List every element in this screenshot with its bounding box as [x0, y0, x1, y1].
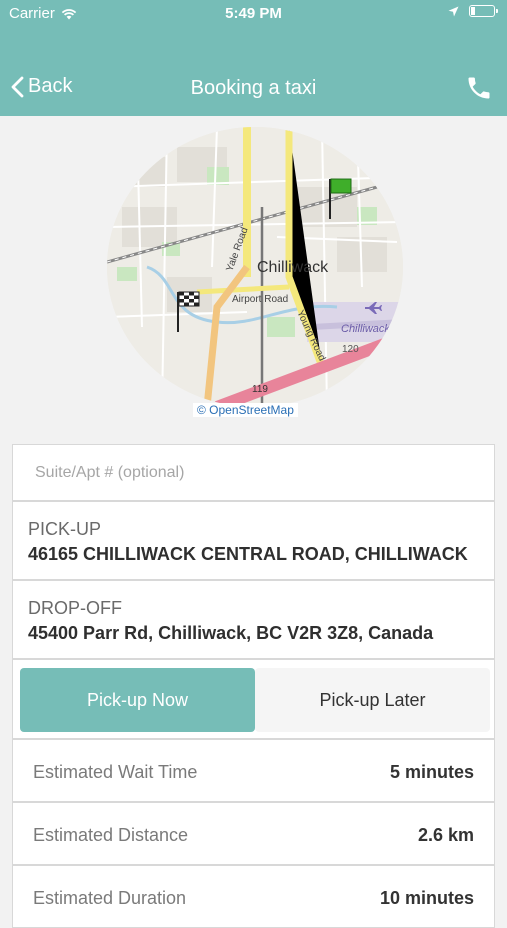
location-arrow-icon	[448, 6, 459, 16]
pickup-label: PICK-UP	[28, 519, 102, 539]
estimate-row: Estimated Wait Time 5 minutes	[12, 739, 495, 802]
estimate-value: 10 minutes	[379, 888, 474, 908]
map-highway-number: 119	[252, 384, 268, 395]
pickup-now-button[interactable]: Pick-up Now	[20, 668, 255, 732]
pickup-address: 46165 CHILLIWACK CENTRAL ROAD, CHILLIWAC…	[28, 544, 468, 564]
dropoff-label: DROP-OFF	[28, 598, 122, 618]
estimate-value: 5 minutes	[389, 762, 474, 782]
route-map[interactable]: Chilliwack Yale Road Airport Road Young …	[107, 127, 403, 423]
map-circle[interactable]: Chilliwack Yale Road Airport Road Young …	[107, 127, 403, 407]
dropoff-address: 45400 Parr Rd, Chilliwack, BC V2R 3Z8, C…	[28, 623, 434, 643]
status-bar: Carrier 5:49 PM	[0, 0, 507, 28]
estimate-label: Estimated Wait Time	[33, 762, 198, 782]
estimate-label: Estimated Duration	[33, 888, 187, 908]
estimate-row: Estimated Duration 10 minutes	[12, 865, 495, 928]
map-road-label: Airport Road	[232, 294, 288, 305]
phone-icon	[468, 77, 490, 99]
suite-field-card	[12, 444, 495, 501]
dropoff-flag-icon	[329, 178, 352, 219]
estimate-row: Estimated Distance 2.6 km	[12, 802, 495, 865]
pickup-later-button[interactable]: Pick-up Later	[255, 668, 490, 732]
pickup-address-row[interactable]: PICK-UP 46165 CHILLIWACK CENTRAL ROAD, C…	[12, 501, 495, 580]
map-city-label: Chilliwack	[257, 259, 329, 276]
map-tiles: Chilliwack Yale Road Airport Road Young …	[107, 127, 403, 407]
call-button[interactable]	[465, 74, 493, 107]
suite-input[interactable]	[33, 463, 477, 483]
navigation-bar: Back Booking a taxi	[0, 28, 507, 116]
map-airport-label: Chilliwack Airport	[341, 323, 403, 335]
estimate-value: 2.6 km	[417, 825, 474, 845]
page-title: Booking a taxi	[190, 77, 317, 99]
map-attribution[interactable]: © OpenStreetMap	[193, 403, 298, 417]
battery-icon	[469, 5, 498, 17]
pickup-flag-icon	[177, 291, 200, 332]
estimate-label: Estimated Distance	[33, 825, 189, 845]
status-time: 5:49 PM	[225, 5, 282, 22]
map-route-number: 120	[342, 344, 359, 355]
dropoff-address-row[interactable]: DROP-OFF 45400 Parr Rd, Chilliwack, BC V…	[12, 580, 495, 659]
status-right	[448, 5, 498, 17]
pickup-time-segmented-control: Pick-up Now Pick-up Later	[12, 659, 495, 739]
